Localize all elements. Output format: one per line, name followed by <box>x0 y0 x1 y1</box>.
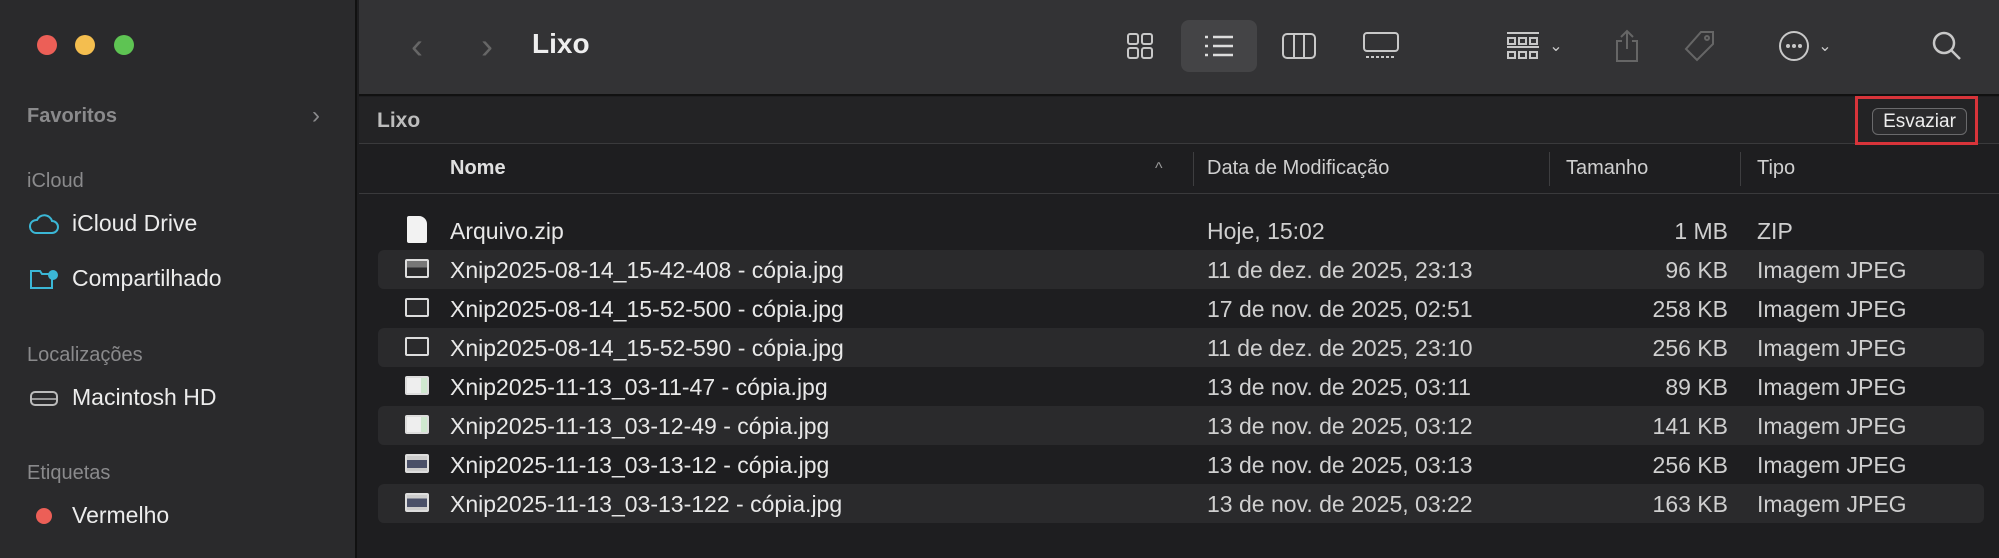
sidebar-item-label: Macintosh HD <box>72 384 217 410</box>
file-size: 256 KB <box>1652 335 1728 361</box>
file-date: 13 de nov. de 2025, 03:13 <box>1207 452 1473 478</box>
icon-view-button[interactable] <box>1122 28 1158 64</box>
gallery-view-button[interactable] <box>1359 28 1403 64</box>
image-file-icon <box>405 454 429 473</box>
back-button[interactable]: ‹ <box>402 25 432 66</box>
empty-trash-button[interactable]: Esvaziar <box>1872 108 1967 135</box>
file-size: 1 MB <box>1674 218 1728 244</box>
hard-drive-icon <box>28 388 60 408</box>
highlight-box: Esvaziar <box>1855 96 1978 145</box>
list-view-button[interactable] <box>1181 20 1257 72</box>
file-row[interactable]: Xnip2025-08-14_15-42-408 - cópia.jpg 11 … <box>378 250 1984 289</box>
toolbar: ‹ › Lixo ⌄ ⌄ <box>359 0 1999 96</box>
column-header-kind[interactable]: Tipo <box>1757 157 1795 180</box>
chevron-right-icon[interactable]: › <box>312 102 320 130</box>
zoom-window-button[interactable] <box>114 35 134 55</box>
file-date: Hoje, 15:02 <box>1207 218 1325 244</box>
file-kind: ZIP <box>1757 218 1793 244</box>
tag-button[interactable] <box>1682 28 1718 64</box>
image-file-icon <box>405 259 429 278</box>
tags-section-label: Etiquetas <box>27 462 111 484</box>
favorites-section-label[interactable]: Favoritos <box>27 105 117 128</box>
sidebar-item-label: Compartilhado <box>72 265 222 291</box>
file-size: 96 KB <box>1665 257 1728 283</box>
path-label: Lixo <box>377 109 421 132</box>
file-size: 141 KB <box>1652 413 1728 439</box>
window-title: Lixo <box>532 28 590 59</box>
file-date: 13 de nov. de 2025, 03:22 <box>1207 491 1473 517</box>
sidebar: Favoritos › iCloud iCloud Drive Comparti… <box>0 0 357 558</box>
column-header-date[interactable]: Data de Modificação <box>1207 157 1389 180</box>
file-size: 258 KB <box>1652 296 1728 322</box>
file-size: 89 KB <box>1665 374 1728 400</box>
file-name: Xnip2025-08-14_15-52-500 - cópia.jpg <box>450 296 844 322</box>
forward-button[interactable]: › <box>472 25 502 66</box>
file-date: 11 de dez. de 2025, 23:13 <box>1207 257 1473 283</box>
image-file-icon <box>405 337 429 356</box>
group-by-button[interactable]: ⌄ <box>1499 28 1569 64</box>
file-kind: Imagem JPEG <box>1757 296 1907 322</box>
sidebar-item-label: Vermelho <box>72 502 170 528</box>
red-tag-dot-icon <box>28 507 60 524</box>
file-row[interactable]: Xnip2025-11-13_03-13-12 - cópia.jpg 13 d… <box>378 445 1984 484</box>
main-content: ‹ › Lixo ⌄ ⌄ Lixo Esvaziar Nome ^ Data d… <box>359 0 1999 558</box>
file-kind: Imagem JPEG <box>1757 374 1907 400</box>
file-kind: Imagem JPEG <box>1757 452 1907 478</box>
path-bar: Lixo Esvaziar <box>359 96 1999 145</box>
sidebar-item-label: iCloud Drive <box>72 210 198 236</box>
column-header-size[interactable]: Tamanho <box>1566 157 1648 180</box>
file-size: 256 KB <box>1652 452 1728 478</box>
file-name: Xnip2025-11-13_03-12-49 - cópia.jpg <box>450 413 830 439</box>
file-kind: Imagem JPEG <box>1757 257 1907 283</box>
file-kind: Imagem JPEG <box>1757 413 1907 439</box>
image-file-icon <box>405 298 429 317</box>
file-row[interactable]: Arquivo.zip Hoje, 15:02 1 MB ZIP <box>378 211 1984 250</box>
file-row[interactable]: Xnip2025-11-13_03-11-47 - cópia.jpg 13 d… <box>378 367 1984 406</box>
search-button[interactable] <box>1929 28 1965 64</box>
file-date: 13 de nov. de 2025, 03:11 <box>1207 374 1471 400</box>
file-name: Xnip2025-11-13_03-11-47 - cópia.jpg <box>450 374 828 400</box>
file-name: Xnip2025-08-14_15-42-408 - cópia.jpg <box>450 257 844 283</box>
file-name: Xnip2025-11-13_03-13-12 - cópia.jpg <box>450 452 830 478</box>
sort-ascending-icon: ^ <box>1155 160 1163 177</box>
share-button[interactable] <box>1611 28 1643 64</box>
chevron-down-icon: ⌄ <box>1818 38 1832 55</box>
file-date: 13 de nov. de 2025, 03:12 <box>1207 413 1473 439</box>
image-file-icon <box>405 493 429 512</box>
column-header: Nome ^ Data de Modificação Tamanho Tipo <box>359 144 1999 194</box>
image-file-icon <box>405 376 429 395</box>
column-header-name[interactable]: Nome <box>450 157 506 180</box>
file-name: Xnip2025-11-13_03-13-122 - cópia.jpg <box>450 491 843 517</box>
sidebar-item-macintosh-hd[interactable]: Macintosh HD <box>28 384 216 411</box>
shared-folder-icon <box>28 268 60 290</box>
chevron-down-icon: ⌄ <box>1549 38 1563 55</box>
file-date: 17 de nov. de 2025, 02:51 <box>1207 296 1473 322</box>
file-name: Arquivo.zip <box>450 218 564 244</box>
locations-section-label: Localizações <box>27 344 143 366</box>
file-name: Xnip2025-08-14_15-52-590 - cópia.jpg <box>450 335 844 361</box>
file-kind: Imagem JPEG <box>1757 491 1907 517</box>
minimize-window-button[interactable] <box>75 35 95 55</box>
file-row[interactable]: Xnip2025-11-13_03-12-49 - cópia.jpg 13 d… <box>378 406 1984 445</box>
zip-file-icon <box>407 216 427 243</box>
column-view-button[interactable] <box>1279 28 1319 64</box>
icloud-section-label: iCloud <box>27 170 84 192</box>
more-actions-button[interactable]: ⌄ <box>1769 28 1841 64</box>
file-row[interactable]: Xnip2025-08-14_15-52-500 - cópia.jpg 17 … <box>378 289 1984 328</box>
image-file-icon <box>405 415 429 434</box>
file-size: 163 KB <box>1652 491 1728 517</box>
cloud-icon <box>28 213 60 235</box>
file-row[interactable]: Xnip2025-08-14_15-52-590 - cópia.jpg 11 … <box>378 328 1984 367</box>
sidebar-item-icloud-drive[interactable]: iCloud Drive <box>28 210 197 237</box>
file-row[interactable]: Xnip2025-11-13_03-13-122 - cópia.jpg 13 … <box>378 484 1984 523</box>
file-kind: Imagem JPEG <box>1757 335 1907 361</box>
file-date: 11 de dez. de 2025, 23:10 <box>1207 335 1473 361</box>
close-window-button[interactable] <box>37 35 57 55</box>
sidebar-item-vermelho[interactable]: Vermelho <box>28 502 169 529</box>
sidebar-item-compartilhado[interactable]: Compartilhado <box>28 265 222 292</box>
